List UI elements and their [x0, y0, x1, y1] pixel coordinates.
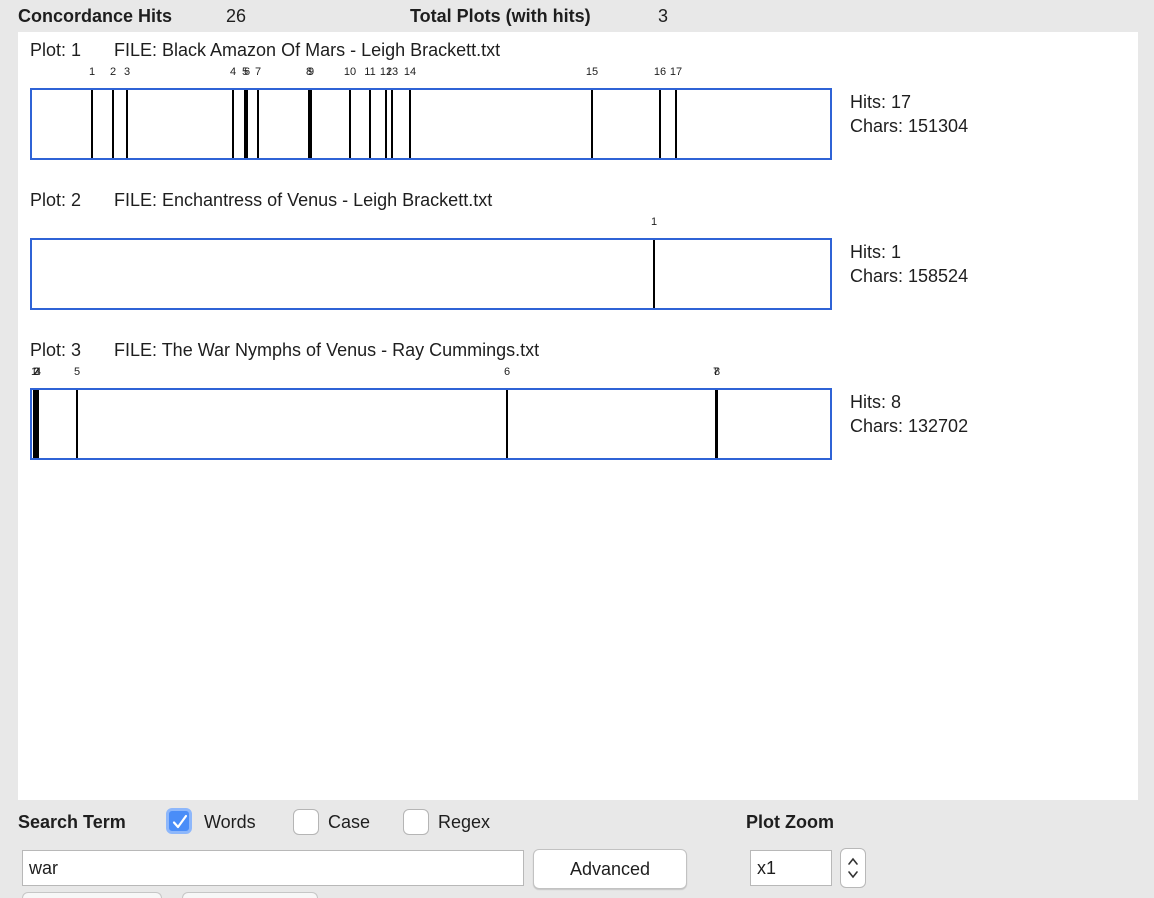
scrollbar-track	[1139, 0, 1154, 800]
plot-stats: Hits: 1 Chars: 158524	[850, 240, 968, 288]
concordance-hits-label: Concordance Hits	[18, 6, 173, 26]
hit-label: 1	[88, 66, 96, 78]
hit-label: 2	[109, 66, 117, 78]
hit-line[interactable]	[716, 390, 718, 458]
hit-line[interactable]	[37, 390, 39, 458]
hit-labels: 12345678	[31, 366, 830, 384]
search-controls: Search Term Words Case Regex Plot Zoom w…	[0, 800, 1154, 898]
dispersion-plot[interactable]	[30, 388, 832, 460]
regex-label[interactable]: Regex	[438, 812, 490, 833]
up-down-arrows-icon	[848, 857, 858, 879]
plot-char-count: Chars: 151304	[850, 116, 969, 136]
hit-label: 3	[123, 66, 131, 78]
search-term-label: Search Term	[18, 812, 126, 832]
hit-label: 15	[585, 66, 599, 78]
hit-label: 9	[307, 66, 315, 78]
hit-line[interactable]	[310, 90, 312, 158]
button-stub[interactable]	[182, 892, 318, 898]
hit-label: 4	[34, 366, 42, 378]
hit-line[interactable]	[409, 90, 411, 158]
hit-line[interactable]	[385, 90, 387, 158]
concordance-hits-value: 26	[226, 6, 247, 26]
zoom-input[interactable]: x1	[750, 850, 832, 886]
hit-line[interactable]	[591, 90, 593, 158]
total-plots-label: Total Plots (with hits)	[410, 6, 591, 26]
plot-file-name: FILE: The War Nymphs of Venus - Ray Cumm…	[114, 340, 540, 360]
dispersion-plot[interactable]	[30, 88, 832, 160]
regex-checkbox[interactable]	[403, 809, 429, 835]
plot-file-name: FILE: Enchantress of Venus - Leigh Brack…	[114, 190, 493, 210]
hit-labels: 1 2 3 4 5 6 7 8 9 10 11 12 13 14 15 16 17	[32, 66, 830, 84]
plot-char-count: Chars: 158524	[850, 266, 969, 286]
plot-3: Plot: 3 FILE: The War Nymphs of Venus - R…	[18, 332, 1138, 482]
hit-line[interactable]	[76, 390, 78, 458]
plot-hits-count: Hits: 17	[850, 92, 912, 112]
hit-label: 6	[503, 366, 511, 378]
hit-label: 7	[254, 66, 262, 78]
hit-labels: 1	[32, 216, 830, 234]
hit-label: 14	[403, 66, 417, 78]
plot-header: Plot: 1 FILE: Black Amazon Of Mars - Leig…	[30, 40, 500, 61]
hit-label: 10	[343, 66, 357, 78]
plot-hits-count: Hits: 1	[850, 242, 902, 262]
search-input[interactable]: war	[22, 850, 524, 886]
checkmark-icon	[172, 814, 188, 829]
hit-label: 4	[229, 66, 237, 78]
hit-line[interactable]	[232, 90, 234, 158]
button-stub[interactable]	[22, 892, 162, 898]
hit-line[interactable]	[659, 90, 661, 158]
dispersion-plot[interactable]	[30, 238, 832, 310]
plot-number: Plot: 2	[30, 190, 82, 210]
plot-header: Plot: 2 FILE: Enchantress of Venus - Leig…	[30, 190, 492, 211]
hit-line[interactable]	[653, 240, 655, 308]
total-plots-value: 3	[658, 6, 669, 26]
plot-char-count: Chars: 132702	[850, 416, 969, 436]
hit-label: 16	[653, 66, 667, 78]
plot-zoom-label: Plot Zoom	[746, 812, 834, 832]
zoom-stepper[interactable]	[840, 848, 866, 888]
hit-label: 13	[385, 66, 399, 78]
hit-label: 17	[669, 66, 683, 78]
hit-line[interactable]	[246, 90, 248, 158]
hit-line[interactable]	[91, 90, 93, 158]
hit-line[interactable]	[369, 90, 371, 158]
hit-label: 5	[73, 366, 81, 378]
plot-stats: Hits: 17 Chars: 151304	[850, 90, 968, 138]
hit-line[interactable]	[349, 90, 351, 158]
hit-label: 11	[364, 66, 376, 78]
hit-line[interactable]	[126, 90, 128, 158]
plot-1: Plot: 1 FILE: Black Amazon Of Mars - Leig…	[18, 32, 1138, 182]
summary-bar: Concordance Hits 26 Total Plots (with hi…	[0, 0, 1154, 32]
hit-label: 1	[650, 216, 658, 228]
plot-stats: Hits: 8 Chars: 132702	[850, 390, 968, 438]
words-label[interactable]: Words	[204, 812, 256, 833]
plot-area[interactable]: Plot: 1 FILE: Black Amazon Of Mars - Leig…	[18, 32, 1138, 800]
advanced-button[interactable]: Advanced	[533, 849, 687, 889]
hit-label: 8	[713, 366, 721, 378]
plot-hits-count: Hits: 8	[850, 392, 902, 412]
hit-line[interactable]	[675, 90, 677, 158]
case-checkbox[interactable]	[293, 809, 319, 835]
hit-label: 6	[243, 66, 251, 78]
hit-line[interactable]	[506, 390, 508, 458]
plot-number: Plot: 3	[30, 340, 82, 360]
words-checkbox[interactable]	[166, 808, 192, 834]
hit-line[interactable]	[257, 90, 259, 158]
plot-number: Plot: 1	[30, 40, 82, 60]
plot-2: Plot: 2 FILE: Enchantress of Venus - Leig…	[18, 182, 1138, 332]
hit-line[interactable]	[112, 90, 114, 158]
case-label[interactable]: Case	[328, 812, 370, 833]
plot-file-name: FILE: Black Amazon Of Mars - Leigh Brack…	[114, 40, 501, 60]
plot-header: Plot: 3 FILE: The War Nymphs of Venus - R…	[30, 340, 539, 361]
hit-line[interactable]	[391, 90, 393, 158]
